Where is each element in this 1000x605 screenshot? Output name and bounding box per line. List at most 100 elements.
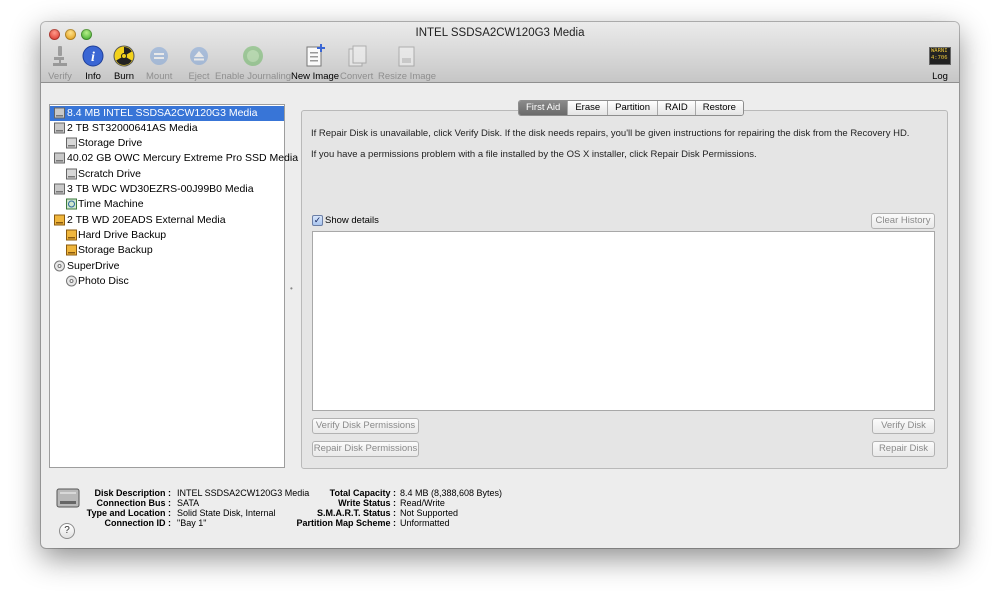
eject-button[interactable]: Eject (187, 44, 211, 82)
clear-history-button[interactable]: Clear History (871, 213, 935, 229)
burn-label: Burn (113, 71, 135, 82)
tab-raid[interactable]: RAID (657, 101, 695, 115)
sidebar-item-label: SuperDrive (67, 260, 120, 272)
help-button[interactable]: ? (59, 523, 75, 539)
connection-id-label: Connection ID : (104, 518, 172, 528)
tab-bar: First Aid Erase Partition RAID Restore (518, 100, 744, 116)
disk-description-label: Disk Description : (94, 488, 171, 498)
repair-disk-permissions-button[interactable]: Repair Disk Permissions (312, 441, 419, 457)
mount-icon (147, 44, 171, 68)
tab-erase[interactable]: Erase (567, 101, 608, 115)
convert-label: Convert (340, 71, 374, 82)
sidebar-item-owc-media[interactable]: 40.02 GB OWC Mercury Extreme Pro SSD Med… (50, 151, 298, 166)
sidebar-item-intel-media[interactable]: 8.4 MB INTEL SSDSA2CW120G3 Media (50, 106, 284, 121)
tab-restore[interactable]: Restore (694, 101, 743, 115)
optical-drive-icon (66, 275, 77, 287)
write-status-value: Read/Write (400, 498, 445, 508)
partition-map-scheme-label: Partition Map Scheme : (296, 518, 396, 528)
disk-utility-window: INTEL SSDSA2CW120G3 Media Verify i Info … (41, 22, 959, 548)
sidebar-item-scratch-drive[interactable]: Scratch Drive (50, 167, 284, 182)
tab-first-aid[interactable]: First Aid (519, 101, 568, 115)
enable-journaling-label: Enable Journaling (215, 71, 292, 82)
enable-journaling-button[interactable]: Enable Journaling (215, 44, 291, 82)
split-view-handle[interactable]: • (290, 284, 293, 293)
internal-disk-icon (54, 183, 65, 195)
info-button[interactable]: i Info (81, 44, 105, 82)
optical-drive-icon (54, 260, 65, 272)
total-capacity-value: 8.4 MB (8,388,608 Bytes) (400, 488, 503, 498)
sidebar-item-label: Storage Drive (78, 137, 143, 149)
disk-description-value: INTEL SSDSA2CW120G3 Media (177, 488, 310, 498)
verify-button[interactable]: Verify (48, 44, 72, 82)
mount-button[interactable]: Mount (146, 44, 172, 82)
sidebar-item-superdrive[interactable]: SuperDrive (50, 259, 284, 274)
show-details-label: Show details (325, 215, 379, 226)
connection-bus-label: Connection Bus : (96, 498, 172, 508)
sidebar-item-label: 2 TB WD 20EADS External Media (67, 214, 226, 226)
sidebar-item-storage-drive[interactable]: Storage Drive (50, 136, 284, 151)
type-and-location-label: Type and Location : (86, 508, 171, 518)
new-image-button[interactable]: New Image (291, 44, 339, 82)
sidebar-item-label: 3 TB WDC WD30EZRS-00J99B0 Media (67, 183, 254, 195)
sidebar-item-label: 8.4 MB INTEL SSDSA2CW120G3 Media (67, 107, 258, 119)
internal-disk-icon (54, 107, 65, 119)
log-icon-line-1: WARNI (931, 48, 948, 54)
window-title: INTEL SSDSA2CW120G3 Media (415, 27, 585, 39)
sidebar-item-label: Scratch Drive (78, 168, 142, 180)
sidebar-item-st32000641as-media[interactable]: 2 TB ST32000641AS Media (50, 121, 284, 136)
burn-button[interactable]: Burn (112, 44, 136, 82)
log-icon-line-2: 4:706 (931, 55, 948, 61)
connection-bus-value: SATA (177, 498, 200, 508)
log-button[interactable]: WARNI 4:706 Log (928, 44, 952, 82)
first-aid-log[interactable] (312, 231, 935, 411)
external-disk-icon (66, 244, 77, 256)
hard-disk-icon (56, 487, 80, 509)
verify-disk-permissions-button[interactable]: Verify Disk Permissions (312, 418, 419, 434)
svg-text:i: i (91, 50, 95, 65)
log-icon: WARNI 4:706 (928, 44, 952, 68)
convert-button[interactable]: Convert (340, 44, 373, 82)
mount-label: Mount (146, 71, 173, 82)
sidebar-item-wdc-media[interactable]: 3 TB WDC WD30EZRS-00J99B0 Media (50, 182, 284, 197)
repair-disk-instructions: If Repair Disk is unavailable, click Ver… (311, 128, 910, 139)
sidebar-item-photo-disc[interactable]: Photo Disc (50, 274, 284, 289)
journaling-icon (241, 44, 265, 68)
sidebar-item-storage-backup[interactable]: Storage Backup (50, 243, 284, 258)
sidebar-item-label: 40.02 GB OWC Mercury Extreme Pro SSD Med… (67, 152, 299, 164)
disk-list-sidebar[interactable]: 8.4 MB INTEL SSDSA2CW120G3 Media 2 TB ST… (49, 104, 298, 468)
tab-partition[interactable]: Partition (607, 101, 657, 115)
write-status-label: Write Status : (338, 498, 396, 508)
sidebar-item-label: 2 TB ST32000641AS Media (67, 122, 198, 134)
sidebar-item-label: Time Machine (78, 198, 144, 210)
show-details-checkbox[interactable]: ✓ (312, 215, 323, 226)
resize-image-icon (395, 44, 419, 68)
verify-disk-button[interactable]: Verify Disk (872, 418, 935, 434)
total-capacity-label: Total Capacity : (329, 488, 396, 498)
type-and-location-value: Solid State Disk, Internal (177, 508, 276, 518)
internal-disk-icon (54, 122, 65, 134)
convert-icon (345, 44, 369, 68)
info-icon: i (81, 44, 105, 68)
time-machine-icon (66, 198, 77, 210)
burn-icon (112, 44, 136, 68)
eject-label: Eject (188, 71, 210, 82)
sidebar-item-label: Hard Drive Backup (78, 229, 167, 241)
new-image-icon (303, 44, 327, 68)
internal-disk-icon (54, 152, 65, 164)
smart-status-label: S.M.A.R.T. Status : (316, 508, 396, 518)
partition-map-scheme-value: Unformatted (400, 518, 450, 528)
resize-image-button[interactable]: Resize Image (378, 44, 436, 82)
sidebar-item-time-machine[interactable]: Time Machine (50, 197, 284, 212)
sidebar-item-hard-drive-backup[interactable]: Hard Drive Backup (50, 228, 284, 243)
new-image-label: New Image (291, 71, 340, 82)
eject-icon (187, 44, 211, 68)
toolbar: INTEL SSDSA2CW120G3 Media Verify i Info … (41, 22, 959, 83)
microscope-icon (48, 44, 72, 68)
resize-image-label: Resize Image (378, 71, 437, 82)
permissions-instructions: If you have a permissions problem with a… (311, 149, 757, 160)
repair-disk-button[interactable]: Repair Disk (872, 441, 935, 457)
external-disk-icon (66, 229, 77, 241)
sidebar-item-wd-external-media[interactable]: 2 TB WD 20EADS External Media (50, 213, 284, 228)
smart-status-value: Not Supported (400, 508, 459, 518)
volume-icon (66, 168, 77, 180)
